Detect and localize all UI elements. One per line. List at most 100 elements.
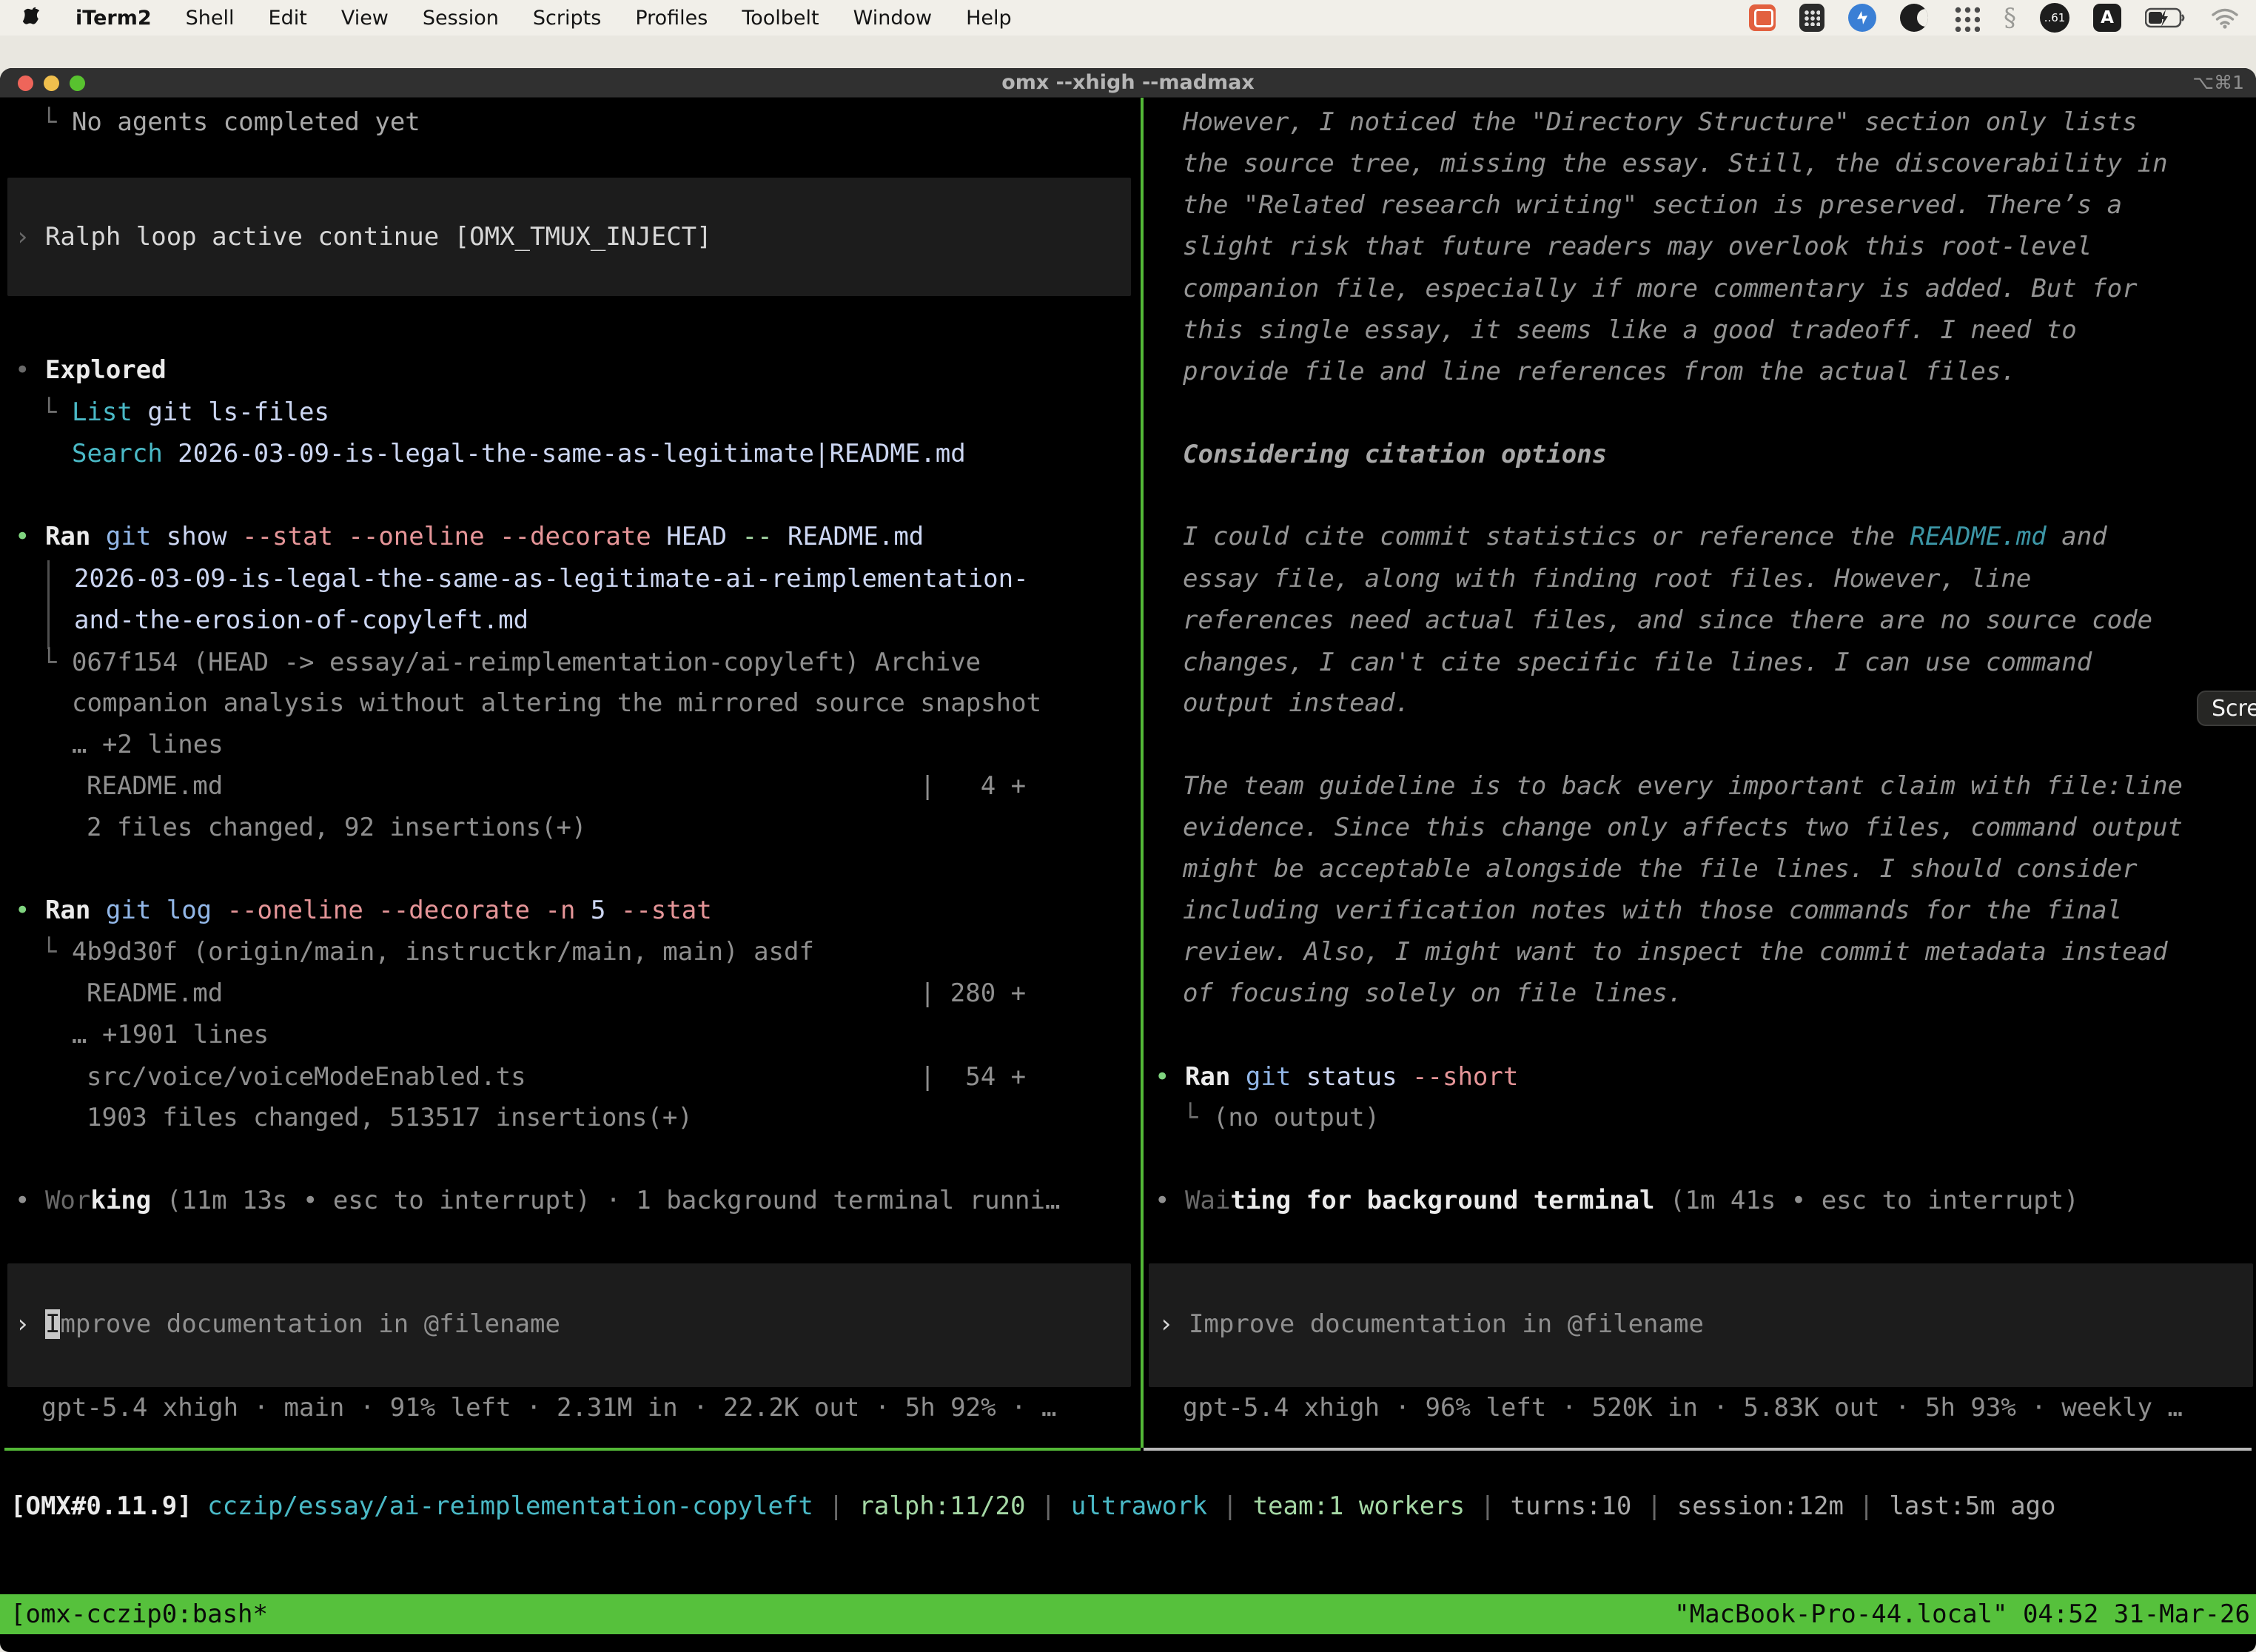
waiting-shimmer-bright: ting for background terminal: [1230, 1186, 1654, 1215]
diffstat-summary: 1903 files changed, 513517 insertions(+): [87, 1097, 693, 1138]
bullet-icon: •: [1155, 1186, 1185, 1215]
menu-item-scripts[interactable]: Scripts: [533, 7, 601, 30]
squiggle-icon[interactable]: §: [2004, 3, 2016, 33]
reasoning-line: essay file, along with finding root file…: [1183, 558, 2031, 600]
prompt-placeholder: mprove documentation in @filename: [60, 1309, 560, 1339]
menu-item-iterm2[interactable]: iTerm2: [75, 7, 152, 30]
reasoning-line: However, I noticed the "Directory Struct…: [1183, 101, 2138, 143]
prompt-placeholder: Improve documentation in @filename: [1189, 1309, 1704, 1339]
menu-item-profiles[interactable]: Profiles: [635, 7, 708, 30]
no-output-text: (no output): [1213, 1103, 1380, 1132]
countdown-icon[interactable]: ..61: [2040, 3, 2069, 33]
prompt-arrow: ›: [1158, 1309, 1189, 1339]
list-verb: List: [72, 397, 132, 427]
cmd-git: git: [1230, 1062, 1291, 1092]
bullet-icon: •: [15, 896, 45, 925]
waiting-shimmer-dim: Wai: [1185, 1186, 1230, 1215]
reasoning-line: references need actual files, and since …: [1183, 600, 2152, 641]
commit-line: 067f154 (HEAD -> essay/ai-reimplementati…: [72, 648, 981, 677]
reasoning-line: review. Also, I might want to inspect th…: [1183, 931, 2168, 973]
screen: iTerm2 Shell Edit View Session Scripts P…: [0, 0, 2256, 1652]
cmd-git: git log: [90, 896, 212, 925]
keyboard-icon[interactable]: [1799, 4, 1824, 32]
reasoning-text: and: [2047, 522, 2107, 551]
ran-git-show-line: • Ran git show --stat --oneline --decora…: [15, 516, 924, 557]
explored-list-line: └ List git ls-files: [41, 392, 329, 433]
bullet-icon: •: [1155, 1062, 1185, 1092]
readme-link[interactable]: README.md: [1910, 522, 2047, 551]
reasoning-text: I could cite commit statistics or refere…: [1183, 522, 1910, 551]
ralph-inject-line: › Ralph loop active continue [OMX_TMUX_I…: [15, 216, 712, 258]
tree-corner: └: [41, 107, 72, 137]
omx-last-activity: last:5m ago: [1889, 1491, 2055, 1521]
tree-guide-line: [47, 560, 50, 649]
dots-grid-icon[interactable]: [1952, 4, 1980, 32]
search-verb: Search: [72, 439, 163, 469]
tmux-session-window[interactable]: [omx-cczip0:bash*: [10, 1594, 268, 1634]
overlay-label: Scre: [2212, 696, 2256, 722]
battery-icon[interactable]: [2145, 7, 2186, 29]
commit-line: 4b9d30f (origin/main, instructkr/main, m…: [72, 937, 814, 967]
ran-label: Ran: [45, 896, 90, 925]
explored-search-line: Search 2026-03-09-is-legal-the-same-as-l…: [72, 433, 966, 474]
right-prompt-line[interactable]: › Improve documentation in @filename: [1158, 1303, 1704, 1345]
messages-icon[interactable]: [1749, 4, 1776, 31]
right-pane-bottom-border: [1144, 1448, 2252, 1451]
cmd-git: git: [90, 522, 151, 551]
menu-item-view[interactable]: View: [341, 7, 389, 30]
text-cursor: I: [45, 1309, 60, 1339]
ran-git-status-line: • Ran git status --short: [1155, 1056, 1518, 1098]
cmd-wrap-line: 2026-03-09-is-legal-the-same-as-legitima…: [74, 558, 1029, 600]
left-prompt-line[interactable]: › Improve documentation in @filename: [15, 1303, 560, 1345]
omx-session: session:12m: [1677, 1491, 1844, 1521]
tmux-status-bar: [omx-cczip0:bash* "MacBook-Pro-44.local"…: [0, 1594, 2256, 1634]
reasoning-line: changes, I can't cite specific file line…: [1183, 642, 2092, 683]
omx-team-badge: team:1 workers: [1253, 1491, 1466, 1521]
tmux-host-clock: "MacBook-Pro-44.local" 04:52 31-Mar-26: [1674, 1594, 2250, 1634]
menu-item-toolbelt[interactable]: Toolbelt: [742, 7, 819, 30]
cmd-file: README.md: [773, 522, 924, 551]
omx-ultrawork-badge: ultrawork: [1071, 1491, 1207, 1521]
menu-bar-status-area: § ..61 A: [1749, 0, 2240, 36]
menu-item-shell[interactable]: Shell: [186, 7, 235, 30]
cmd-wrap-line: and-the-erosion-of-copyleft.md: [74, 600, 528, 641]
cmd-sub: show: [151, 522, 226, 551]
reasoning-line: provide file and line references from th…: [1183, 351, 2016, 392]
omx-turns: turns:10: [1511, 1491, 1632, 1521]
moon-icon[interactable]: [1900, 4, 1928, 32]
cmd-flags: --oneline --decorate: [212, 896, 530, 925]
diffstat-line: README.md | 280 +: [87, 973, 1026, 1014]
omx-status-bar: [OMX#0.11.9] cczip/essay/ai-reimplementa…: [10, 1485, 2056, 1527]
ran-label: Ran: [45, 522, 90, 551]
show-output-truncated: … +2 lines: [72, 724, 224, 765]
ralph-inject-text: Ralph loop active continue [OMX_TMUX_INJ…: [45, 222, 712, 252]
no-agents-line: └ No agents completed yet: [41, 101, 420, 143]
window-title-bar[interactable]: omx --xhigh --madmax ⌥⌘1: [0, 68, 2256, 98]
window-title: omx --xhigh --madmax: [0, 68, 2256, 98]
ran-label: Ran: [1185, 1062, 1230, 1092]
screen-share-overlay-button[interactable]: Scre: [2197, 691, 2256, 726]
menu-item-help[interactable]: Help: [966, 7, 1012, 30]
cmd-flags: --stat: [605, 896, 711, 925]
menu-item-window[interactable]: Window: [853, 7, 932, 30]
right-model-status-line: gpt-5.4 xhigh · 96% left · 520K in · 5.8…: [1183, 1387, 2183, 1428]
diffstat-summary: 2 files changed, 92 insertions(+): [87, 807, 587, 848]
menu-item-session[interactable]: Session: [423, 7, 499, 30]
diffstat-line: README.md | 4 +: [87, 765, 1026, 807]
reasoning-line: this single essay, it seems like a good …: [1183, 309, 2077, 351]
input-source-icon[interactable]: A: [2093, 4, 2121, 32]
reasoning-line: including verification notes with those …: [1183, 890, 2122, 931]
left-pane-bottom-border: [4, 1448, 1141, 1451]
cmd-flags: --short: [1397, 1062, 1519, 1092]
show-output-line: └ 067f154 (HEAD -> essay/ai-reimplementa…: [41, 642, 981, 683]
pane-divider[interactable]: [1141, 98, 1144, 1448]
menu-item-edit[interactable]: Edit: [269, 7, 307, 30]
prompt-arrow: ›: [15, 1309, 45, 1339]
wifi-icon[interactable]: [2210, 7, 2240, 29]
left-model-status-line: gpt-5.4 xhigh · main · 91% left · 2.31M …: [41, 1387, 1056, 1428]
sync-icon[interactable]: [1848, 4, 1876, 32]
waiting-status-line: • Waiting for background terminal (1m 41…: [1155, 1180, 2079, 1221]
apple-menu-icon[interactable]: [22, 7, 41, 29]
cmd-head: HEAD: [651, 522, 727, 551]
reasoning-line: companion file, especially if more comme…: [1183, 268, 2138, 309]
